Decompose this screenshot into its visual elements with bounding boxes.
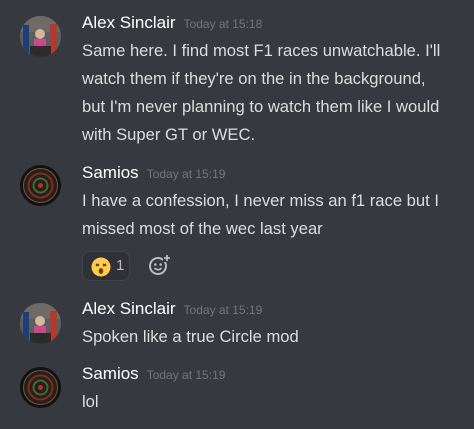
username[interactable]: Alex Sinclair [82,299,176,318]
username[interactable]: Samios [82,364,139,383]
message-line: but I'm never planning to watch them lik… [82,97,440,116]
message-line: I have a confession, I never miss an f1 … [82,191,439,210]
avatar[interactable] [20,303,61,344]
reaction-count: 1 [116,257,125,274]
timestamp[interactable]: Today at 15:19 [147,167,226,181]
message-line: watch them if they're on the in the back… [82,69,426,88]
timestamp[interactable]: Today at 15:18 [184,17,263,31]
reaction-button[interactable]: 1 [82,251,130,281]
avatar[interactable] [20,165,61,206]
message-line: Spoken like a true Circle mod [82,327,299,346]
message-line: missed most of the wec last year [82,219,323,238]
message-content: lol [82,388,99,416]
avatar[interactable] [20,367,61,408]
message-content: Same here. I find most F1 races unwatcha… [82,37,440,149]
message-line: with Super GT or WEC. [82,125,256,144]
message-content: Spoken like a true Circle mod [82,323,299,351]
timestamp[interactable]: Today at 15:19 [147,368,226,382]
message-line: lol [82,392,99,411]
message-content: I have a confession, I never miss an f1 … [82,187,439,243]
avatar[interactable] [20,16,61,57]
astonished-face-emoji-icon [91,257,111,277]
username[interactable]: Alex Sinclair [82,13,176,32]
add-reaction-icon[interactable] [147,253,171,277]
username[interactable]: Samios [82,163,139,182]
message-line: Same here. I find most F1 races unwatcha… [82,41,441,60]
timestamp[interactable]: Today at 15:19 [184,303,263,317]
